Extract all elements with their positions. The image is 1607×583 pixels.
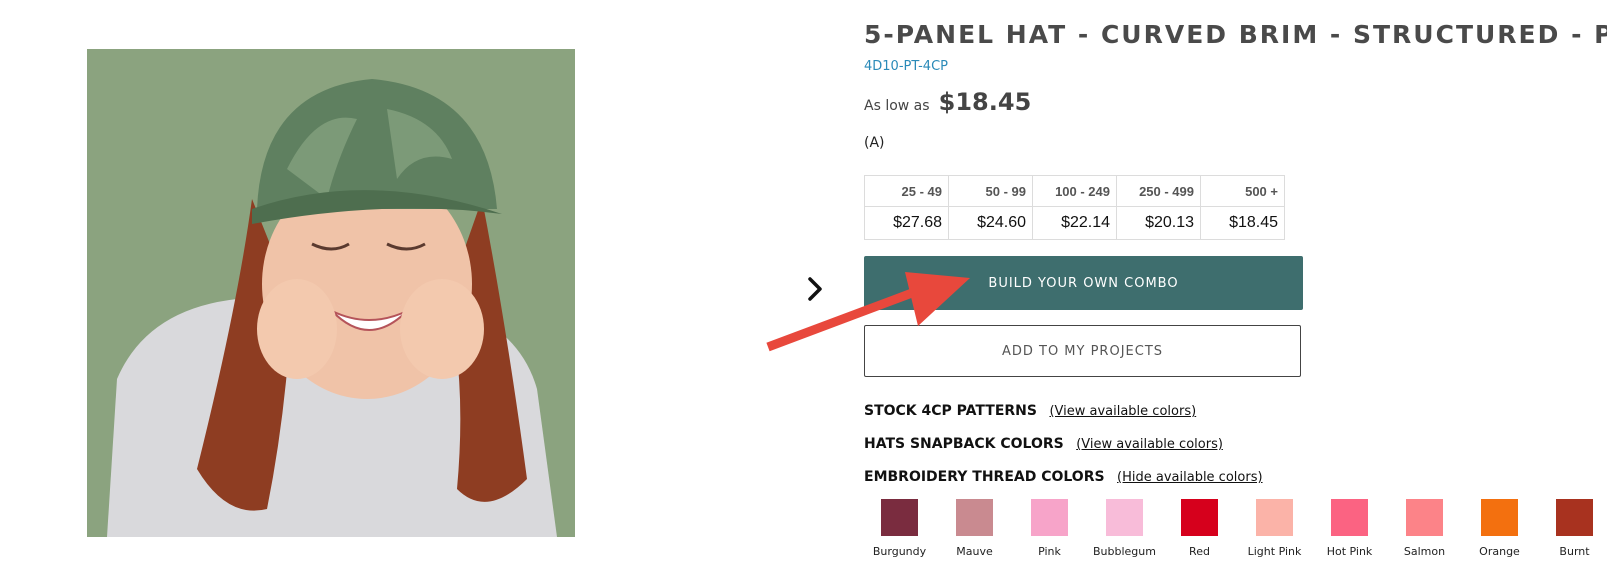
swatch-mauve[interactable]: Mauve xyxy=(937,498,1012,558)
price-value: $18.45 xyxy=(938,88,1032,116)
price-code: (A) xyxy=(864,135,885,151)
product-title: 5-PANEL HAT - CURVED BRIM - STRUCTURED -… xyxy=(864,20,1607,49)
option-title: STOCK 4CP PATTERNS xyxy=(864,403,1037,419)
swatch-chip xyxy=(1480,498,1519,537)
tier-price: $22.14 xyxy=(1032,206,1117,240)
tier-price: $18.45 xyxy=(1200,206,1285,240)
product-image[interactable] xyxy=(87,49,575,537)
swatch-chip xyxy=(1255,498,1294,537)
option-hats-snapback-colors: HATS SNAPBACK COLORS (View available col… xyxy=(864,436,1223,452)
swatch-chip xyxy=(1180,498,1219,537)
swatch-red[interactable]: Red xyxy=(1162,498,1237,558)
option-title: HATS SNAPBACK COLORS xyxy=(864,436,1064,452)
price-label: As low as xyxy=(864,98,930,114)
quantity-tier-header: 500 + xyxy=(1200,175,1285,207)
swatch-name: Burnt xyxy=(1559,545,1590,558)
swatch-bubblegum[interactable]: Bubblegum xyxy=(1087,498,1162,558)
swatch-pink[interactable]: Pink xyxy=(1012,498,1087,558)
swatch-orange[interactable]: Orange xyxy=(1462,498,1537,558)
swatch-salmon[interactable]: Salmon xyxy=(1387,498,1462,558)
swatch-name: Pink xyxy=(1038,545,1061,558)
swatch-name: Bubblegum xyxy=(1093,545,1156,558)
swatch-chip xyxy=(1030,498,1069,537)
option-title: EMBROIDERY THREAD COLORS xyxy=(864,469,1105,485)
quantity-tier-header: 100 - 249 xyxy=(1032,175,1117,207)
swatch-light-pink[interactable]: Light Pink xyxy=(1237,498,1312,558)
tier-price: $24.60 xyxy=(948,206,1033,240)
swatch-hot-pink[interactable]: Hot Pink xyxy=(1312,498,1387,558)
swatch-burgundy[interactable]: Burgundy xyxy=(862,498,937,558)
swatch-name: Burgundy xyxy=(872,545,927,558)
pricing-header-row: 25 - 49 50 - 99 100 - 249 250 - 499 500 … xyxy=(864,175,1285,207)
swatch-name: Hot Pink xyxy=(1326,545,1373,558)
swatch-chip xyxy=(1405,498,1444,537)
swatch-name: Red xyxy=(1189,545,1210,558)
swatch-chip xyxy=(880,498,919,537)
swatch-burnt[interactable]: Burnt xyxy=(1537,498,1607,558)
quantity-tier-header: 25 - 49 xyxy=(864,175,949,207)
hide-colors-link[interactable]: (Hide available colors) xyxy=(1117,470,1263,485)
swatch-name: Mauve xyxy=(956,545,993,558)
swatch-chip xyxy=(955,498,994,537)
product-sku-link[interactable]: 4D10-PT-4CP xyxy=(864,59,948,74)
view-colors-link[interactable]: (View available colors) xyxy=(1049,404,1196,419)
option-stock-4cp-patterns: STOCK 4CP PATTERNS (View available color… xyxy=(864,403,1196,419)
price-line: As low as $18.45 xyxy=(864,88,1031,116)
quantity-tier-header: 50 - 99 xyxy=(948,175,1033,207)
option-embroidery-thread-colors: EMBROIDERY THREAD COLORS (Hide available… xyxy=(864,469,1263,485)
pricing-price-row: $27.68 $24.60 $22.14 $20.13 $18.45 xyxy=(864,206,1285,240)
swatch-name: Light Pink xyxy=(1247,545,1302,558)
pricing-table: 25 - 49 50 - 99 100 - 249 250 - 499 500 … xyxy=(864,175,1285,240)
swatch-name: Salmon xyxy=(1403,545,1446,558)
quantity-tier-header: 250 - 499 xyxy=(1116,175,1201,207)
tier-price: $27.68 xyxy=(864,206,949,240)
tier-price: $20.13 xyxy=(1116,206,1201,240)
swatch-name: Orange xyxy=(1479,545,1520,558)
red-arrow-icon xyxy=(766,272,970,352)
product-photo-illustration xyxy=(87,49,575,537)
view-colors-link[interactable]: (View available colors) xyxy=(1076,437,1223,452)
swatch-chip xyxy=(1105,498,1144,537)
swatch-chip xyxy=(1330,498,1369,537)
swatch-chip xyxy=(1555,498,1594,537)
